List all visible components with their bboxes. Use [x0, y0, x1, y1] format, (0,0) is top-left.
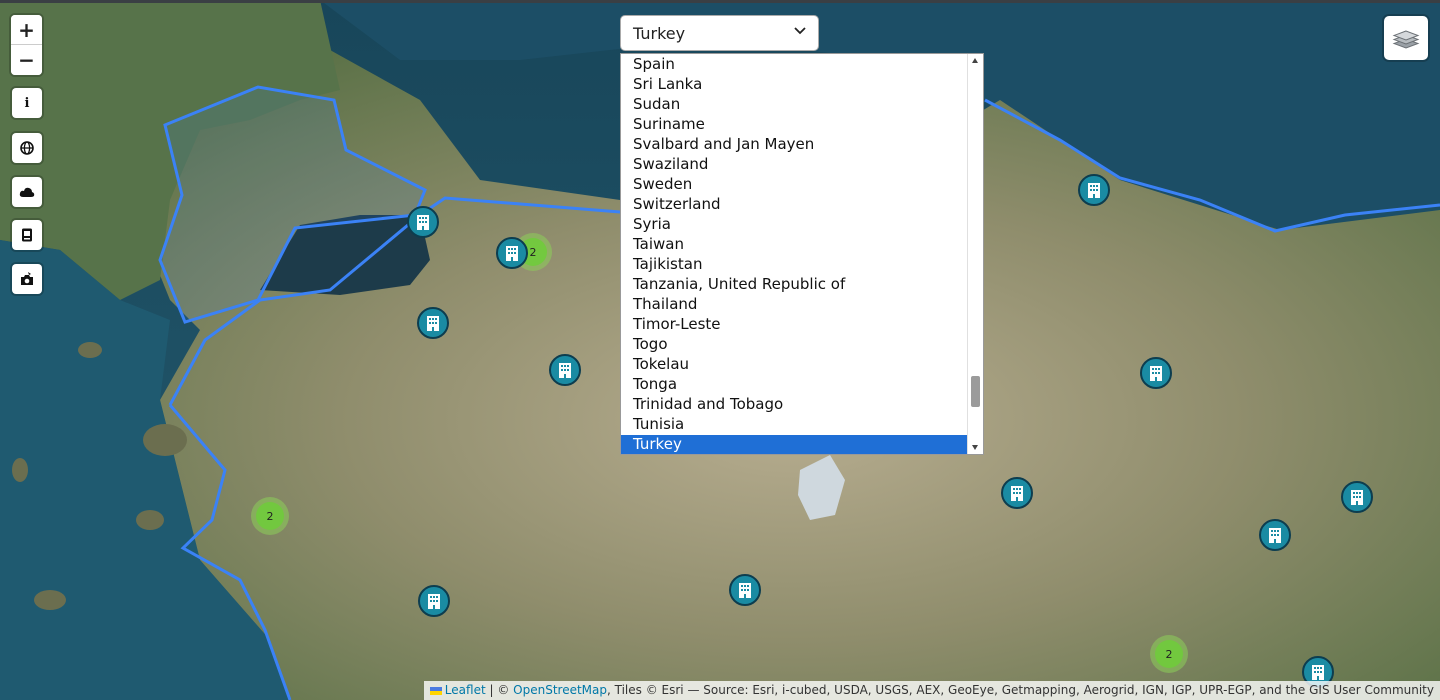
country-option[interactable]: Switzerland: [621, 195, 969, 215]
scroll-thumb[interactable]: [971, 376, 980, 407]
country-option[interactable]: Syria: [621, 215, 969, 235]
cluster-count: 2: [1155, 640, 1183, 668]
map-attribution: Leaflet | © OpenStreetMap, Tiles © Esri …: [423, 681, 1440, 700]
leaflet-link[interactable]: Leaflet: [445, 683, 486, 697]
country-option-selected[interactable]: Turkey: [621, 435, 969, 454]
building-icon: [506, 246, 518, 261]
book-icon: [22, 228, 32, 242]
building-icon: [559, 363, 571, 378]
chevron-down-icon: [794, 27, 806, 35]
openstreetmap-link[interactable]: OpenStreetMap: [513, 683, 607, 697]
country-option[interactable]: Tokelau: [621, 355, 969, 375]
country-option[interactable]: Svalbard and Jan Mayen: [621, 135, 969, 155]
building-icon: [417, 215, 429, 230]
country-option[interactable]: Togo: [621, 335, 969, 355]
info-button[interactable]: i: [12, 88, 42, 118]
building-icon: [1150, 366, 1162, 381]
building-marker[interactable]: [729, 574, 761, 606]
country-option[interactable]: Tunisia: [621, 415, 969, 435]
building-marker[interactable]: [549, 354, 581, 386]
building-marker[interactable]: [1078, 174, 1110, 206]
zoom-out-button[interactable]: −: [11, 45, 42, 75]
country-option[interactable]: Swaziland: [621, 155, 969, 175]
attribution-separator: | ©: [485, 683, 514, 697]
book-button[interactable]: [12, 220, 42, 250]
country-option[interactable]: Tonga: [621, 375, 969, 395]
globe-button[interactable]: [12, 133, 42, 163]
building-marker[interactable]: [1001, 477, 1033, 509]
country-option[interactable]: Suriname: [621, 115, 969, 135]
cloud-icon: [19, 187, 35, 197]
layers-icon: [1392, 30, 1420, 49]
country-dropdown-list[interactable]: Spain Sri Lanka Sudan Suriname Svalbard …: [620, 53, 984, 455]
country-option[interactable]: Timor-Leste: [621, 315, 969, 335]
zoom-in-button[interactable]: +: [11, 15, 42, 45]
camera-icon: [21, 272, 33, 285]
ukraine-flag-icon: [429, 686, 442, 695]
country-select[interactable]: Turkey: [620, 15, 819, 51]
building-marker[interactable]: [496, 237, 528, 269]
globe-icon: [20, 141, 34, 155]
building-marker[interactable]: [1259, 519, 1291, 551]
building-icon: [428, 594, 440, 609]
scroll-down-arrow[interactable]: [972, 445, 978, 450]
country-select-value: Turkey: [633, 24, 686, 43]
scroll-up-arrow[interactable]: [972, 58, 978, 63]
cluster-marker[interactable]: 2: [1150, 635, 1188, 673]
building-marker[interactable]: [1140, 357, 1172, 389]
cluster-marker[interactable]: 2: [251, 497, 289, 535]
building-icon: [739, 583, 751, 598]
info-icon: i: [24, 95, 30, 111]
country-option[interactable]: Sri Lanka: [621, 75, 969, 95]
country-option[interactable]: Tanzania, United Republic of: [621, 275, 969, 295]
building-icon: [1351, 490, 1363, 505]
country-option[interactable]: Trinidad and Tobago: [621, 395, 969, 415]
building-marker[interactable]: [417, 307, 449, 339]
building-marker[interactable]: [1341, 481, 1373, 513]
dropdown-scrollbar[interactable]: [967, 54, 983, 454]
country-option[interactable]: Taiwan: [621, 235, 969, 255]
building-icon: [1011, 486, 1023, 501]
country-option[interactable]: Tajikistan: [621, 255, 969, 275]
cluster-count: 2: [256, 502, 284, 530]
cloud-button[interactable]: [12, 177, 42, 207]
building-icon: [1269, 528, 1281, 543]
country-option[interactable]: Thailand: [621, 295, 969, 315]
building-marker[interactable]: [418, 585, 450, 617]
country-option[interactable]: Sudan: [621, 95, 969, 115]
top-border: [0, 0, 1440, 3]
attribution-tiles-text: , Tiles © Esri — Source: Esri, i-cubed, …: [607, 683, 1434, 697]
building-icon: [1312, 665, 1324, 680]
country-option[interactable]: Sweden: [621, 175, 969, 195]
zoom-control: + −: [11, 15, 42, 75]
building-icon: [427, 316, 439, 331]
building-marker[interactable]: [407, 206, 439, 238]
camera-button[interactable]: [12, 264, 42, 294]
building-icon: [1088, 183, 1100, 198]
country-option[interactable]: Spain: [621, 55, 969, 75]
layers-button[interactable]: [1384, 16, 1428, 60]
